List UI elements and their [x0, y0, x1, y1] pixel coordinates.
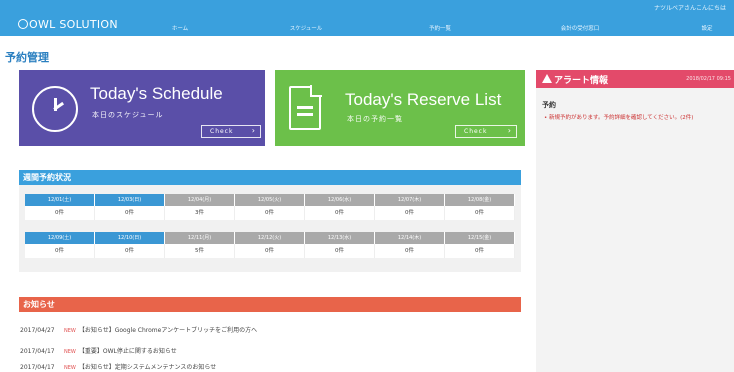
count-cell: 0件 [305, 206, 375, 220]
date-cell[interactable]: 12/10(日) [95, 232, 165, 244]
document-icon [289, 85, 322, 130]
news-text[interactable]: 【重要】OWL停止に関するお知らせ [79, 348, 177, 355]
nav-home[interactable]: ホーム [172, 24, 188, 32]
date-cell[interactable]: 12/04(月) [165, 194, 235, 206]
reserve-panel-subtitle: 本日の予約一覧 [347, 115, 403, 123]
count-cell: 0件 [445, 206, 515, 220]
weekly-status-header: 週間予約状況 [19, 170, 521, 185]
new-badge: NEW [64, 365, 76, 371]
count-cell: 0件 [95, 244, 165, 258]
news-item[interactable]: 2017/04/17 NEW 【お知らせ】定期システムメンテナンスのお知らせ [20, 362, 216, 371]
news-text[interactable]: 【お知らせ】定期システムメンテナンスのお知らせ [79, 364, 216, 371]
nav-settings[interactable]: 設定 [701, 24, 712, 32]
count-cell: 0件 [235, 206, 305, 220]
date-cell[interactable]: 12/09(土) [25, 232, 95, 244]
news-item[interactable]: 2017/04/27 NEW 【お知らせ】Google Chromeアンケートブリッ… [20, 325, 257, 334]
new-badge: NEW [64, 349, 76, 355]
news-header: お知らせ [19, 297, 521, 312]
weekly-grid-row2: 12/09(土) 12/10(日) 12/11(月) 12/12(火) 12/1… [25, 232, 515, 258]
nav-reserve-list[interactable]: 予約一覧 [429, 24, 451, 32]
clock-icon [32, 86, 78, 132]
todays-reserve-list-panel[interactable]: Today's Reserve List 本日の予約一覧 Check [275, 70, 525, 146]
count-cell: 0件 [375, 244, 445, 258]
count-cell: 0件 [95, 206, 165, 220]
news-text[interactable]: 【お知らせ】Google Chromeアンケートブリッチをご利用の方へ [79, 327, 257, 334]
warning-icon [542, 74, 552, 83]
alert-title: アラート情報 [554, 76, 609, 86]
todays-schedule-panel[interactable]: Today's Schedule 本日のスケジュール Check [19, 70, 265, 146]
page-title: 予約管理 [5, 52, 49, 64]
alert-subtitle: 予約 [542, 101, 556, 109]
alert-date: 2018/02/17 09:15 [686, 76, 731, 82]
date-cell[interactable]: 12/13(水) [305, 232, 375, 244]
news-date: 2017/04/27 [20, 327, 55, 334]
date-cell[interactable]: 12/01(土) [25, 194, 95, 206]
date-cell[interactable]: 12/06(水) [305, 194, 375, 206]
reserve-panel-title: Today's Reserve List [345, 90, 502, 109]
user-greeting[interactable]: ナツルベアさんこんにちは [654, 3, 726, 12]
count-cell: 0件 [25, 206, 95, 220]
date-cell[interactable]: 12/14(木) [375, 232, 445, 244]
nav-accounting[interactable]: 会計の受付窓口 [561, 24, 600, 32]
date-cell[interactable]: 12/15(金) [445, 232, 515, 244]
count-cell: 0件 [305, 244, 375, 258]
date-cell[interactable]: 12/03(日) [95, 194, 165, 206]
top-navigation-bar: OWL SOLUTION ナツルベアさんこんにちは ホーム スケジュール 予約一… [0, 0, 734, 36]
schedule-panel-subtitle: 本日のスケジュール [92, 111, 164, 119]
count-cell: 3件 [165, 206, 235, 220]
alert-header: アラート情報 2018/02/17 09:15 [536, 70, 734, 88]
date-cell[interactable]: 12/07(木) [375, 194, 445, 206]
news-item[interactable]: 2017/04/17 NEW 【重要】OWL停止に関するお知らせ [20, 346, 177, 355]
weekly-grid-row1: 12/01(土) 12/03(日) 12/04(月) 12/05(火) 12/0… [25, 194, 515, 220]
schedule-check-button[interactable]: Check [201, 125, 261, 138]
count-cell: 0件 [445, 244, 515, 258]
nav-schedule[interactable]: スケジュール [290, 24, 323, 32]
news-date: 2017/04/17 [20, 348, 55, 355]
alert-message[interactable]: • 新規予約があります。予約詳細を確認してください。(2件) [544, 113, 693, 121]
count-cell: 0件 [235, 244, 305, 258]
count-cell: 5件 [165, 244, 235, 258]
date-cell[interactable]: 12/08(金) [445, 194, 515, 206]
news-date: 2017/04/17 [20, 364, 55, 371]
count-cell: 0件 [375, 206, 445, 220]
app-logo[interactable]: OWL SOLUTION [18, 18, 118, 31]
date-cell[interactable]: 12/11(月) [165, 232, 235, 244]
schedule-panel-title: Today's Schedule [90, 84, 223, 103]
alert-panel: アラート情報 2018/02/17 09:15 予約 • 新規予約があります。予… [536, 70, 734, 372]
reserve-check-button[interactable]: Check [455, 125, 517, 138]
logo-text: OWL SOLUTION [29, 18, 118, 31]
owl-logo-icon [18, 19, 28, 29]
date-cell[interactable]: 12/05(火) [235, 194, 305, 206]
new-badge: NEW [64, 328, 76, 334]
weekly-status-box: 12/01(土) 12/03(日) 12/04(月) 12/05(火) 12/0… [19, 185, 521, 272]
count-cell: 0件 [25, 244, 95, 258]
date-cell[interactable]: 12/12(火) [235, 232, 305, 244]
